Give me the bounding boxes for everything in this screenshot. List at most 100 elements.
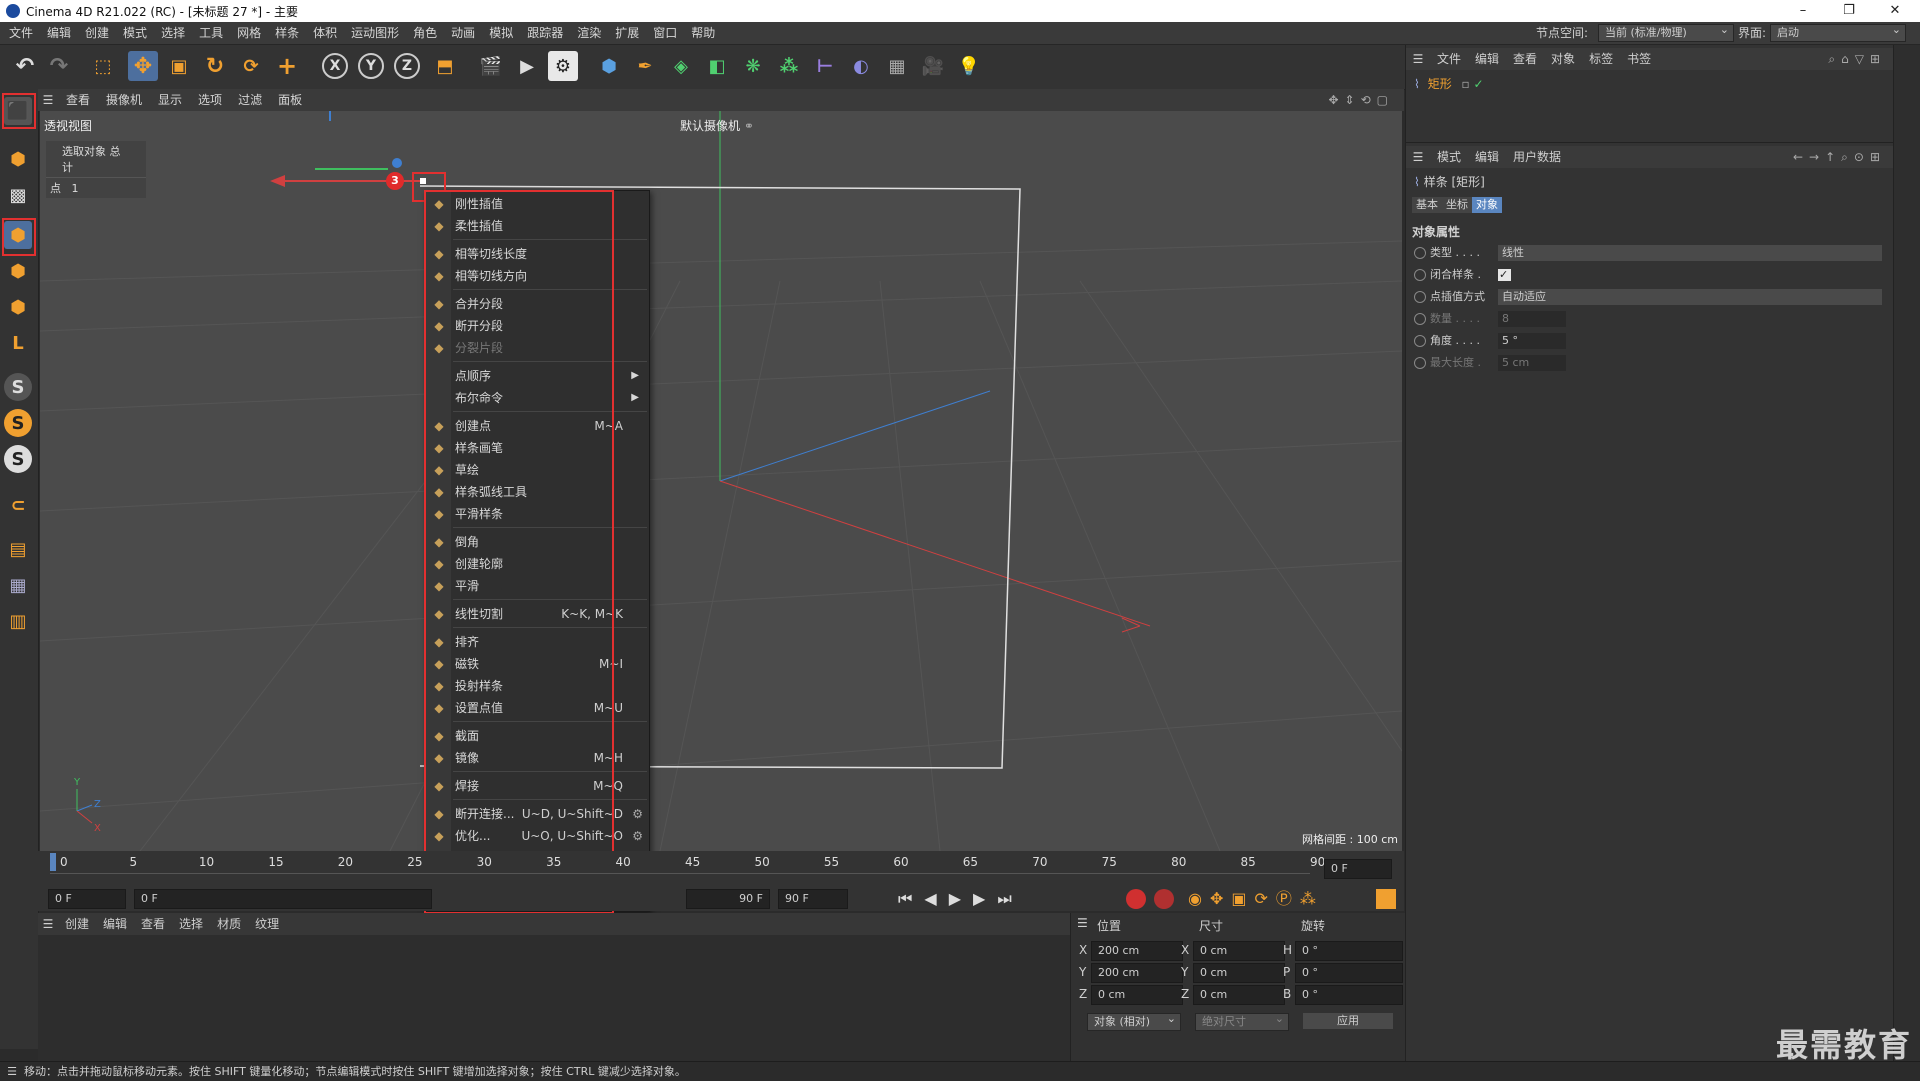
range-end-field[interactable]: 90 F bbox=[686, 889, 770, 909]
animate-radio-icon[interactable] bbox=[1414, 357, 1426, 369]
objmgr-menu-item-1[interactable]: 编辑 bbox=[1468, 48, 1506, 70]
z-axis-lock-button[interactable]: Z bbox=[392, 51, 422, 81]
attr-menu-item-1[interactable]: 编辑 bbox=[1468, 146, 1506, 168]
animate-radio-icon[interactable] bbox=[1414, 335, 1426, 347]
animate-radio-icon[interactable] bbox=[1414, 313, 1426, 325]
magnet-mode-button[interactable]: ⊂ bbox=[4, 491, 32, 519]
rotation-field[interactable]: 0 ° bbox=[1295, 963, 1403, 983]
animate-radio-icon[interactable] bbox=[1414, 291, 1426, 303]
end-frame-field[interactable]: 90 F bbox=[778, 889, 848, 909]
menu-item-4[interactable]: 选择 bbox=[154, 22, 192, 44]
locked-workplane-button[interactable]: ▦ bbox=[4, 571, 32, 599]
undo-button[interactable]: ↶ bbox=[10, 51, 40, 81]
position-field[interactable]: 0 cm bbox=[1091, 985, 1183, 1005]
cloner-button[interactable]: ❋ bbox=[738, 51, 768, 81]
coord-mode-select[interactable]: 对象 (相对) bbox=[1087, 1011, 1181, 1031]
menu-item-11[interactable]: 动画 bbox=[444, 22, 482, 44]
object-row-rectangle[interactable]: ⌇ 矩形 ▫ ✓ bbox=[1414, 75, 1514, 93]
menu-item-7[interactable]: 样条 bbox=[268, 22, 306, 44]
move-tool-button[interactable]: ✥ bbox=[128, 51, 158, 81]
pen-tool-button[interactable]: ✒ bbox=[630, 51, 660, 81]
viewport-menu-item-0[interactable]: 查看 bbox=[58, 89, 98, 111]
objmgr-menu-item-4[interactable]: 标签 bbox=[1582, 48, 1620, 70]
animate-radio-icon[interactable] bbox=[1414, 247, 1426, 259]
snap-button[interactable]: S bbox=[4, 373, 32, 401]
add-tool-button[interactable]: + bbox=[272, 51, 302, 81]
extrude-button[interactable]: ◧ bbox=[702, 51, 732, 81]
rotation-field[interactable]: 0 ° bbox=[1295, 941, 1403, 961]
render-to-picture-viewer-button[interactable]: ▶ bbox=[512, 51, 542, 81]
size-field[interactable]: 0 cm bbox=[1193, 985, 1285, 1005]
material-menu-item-4[interactable]: 材质 bbox=[210, 913, 248, 935]
tab-object[interactable]: 对象 bbox=[1472, 197, 1502, 213]
viewport-menu-item-3[interactable]: 选项 bbox=[190, 89, 230, 111]
menu-item-8[interactable]: 体积 bbox=[306, 22, 344, 44]
tab-basic[interactable]: 基本 bbox=[1412, 197, 1442, 213]
render-settings-button[interactable]: ⚙ bbox=[548, 51, 578, 81]
enabled-check-icon[interactable]: ✓ bbox=[1474, 77, 1484, 91]
x-axis-lock-button[interactable]: X bbox=[320, 51, 350, 81]
menu-item-13[interactable]: 跟踪器 bbox=[520, 22, 570, 44]
objmgr-search-icon[interactable]: ⌕⌂▽⊞ bbox=[1828, 48, 1886, 70]
live-selection-button[interactable]: ⬚ bbox=[88, 51, 118, 81]
coordinate-system-button[interactable]: ⬒ bbox=[430, 51, 460, 81]
coords-hamburger-icon[interactable]: ☰ bbox=[1077, 916, 1088, 930]
timeline-layout-icon[interactable] bbox=[1376, 889, 1396, 909]
start-frame-field[interactable]: 0 F bbox=[48, 889, 126, 909]
menu-item-5[interactable]: 工具 bbox=[192, 22, 230, 44]
snap-settings-button[interactable]: S bbox=[4, 409, 32, 437]
material-menu-item-3[interactable]: 选择 bbox=[172, 913, 210, 935]
viewport-menu-item-2[interactable]: 显示 bbox=[150, 89, 190, 111]
gear-icon[interactable]: ⚙ bbox=[632, 825, 643, 847]
redo-button[interactable]: ↷ bbox=[44, 51, 74, 81]
menu-item-6[interactable]: 网格 bbox=[230, 22, 268, 44]
menu-item-10[interactable]: 角色 bbox=[406, 22, 444, 44]
attr-menu-item-2[interactable]: 用户数据 bbox=[1506, 146, 1568, 168]
menu-item-0[interactable]: 文件 bbox=[2, 22, 40, 44]
objmgr-menu-item-0[interactable]: 文件 bbox=[1430, 48, 1468, 70]
menu-item-15[interactable]: 扩展 bbox=[608, 22, 646, 44]
objmgr-menu-item-3[interactable]: 对象 bbox=[1544, 48, 1582, 70]
autokey-icon[interactable] bbox=[1154, 889, 1174, 909]
subdivision-button[interactable]: ◈ bbox=[666, 51, 696, 81]
apply-button[interactable]: 应用 bbox=[1303, 1013, 1393, 1029]
menu-item-1[interactable]: 编辑 bbox=[40, 22, 78, 44]
viewport-menu-item-1[interactable]: 摄像机 bbox=[98, 89, 150, 111]
material-menu-item-0[interactable]: 创建 bbox=[58, 913, 96, 935]
viewport-nav-icons[interactable]: ✥⇕⟲▢ bbox=[1328, 89, 1394, 111]
position-field[interactable]: 200 cm bbox=[1091, 963, 1183, 983]
viewport-menu-item-5[interactable]: 面板 bbox=[270, 89, 310, 111]
layout-select[interactable]: 启动 bbox=[1770, 22, 1906, 42]
current-frame-field[interactable]: 0 F bbox=[1324, 859, 1392, 879]
cube-object-button[interactable]: ⬢ bbox=[594, 51, 624, 81]
keyframe-tools[interactable]: ◉✥▣⟳Ⓟ⁂ bbox=[1188, 887, 1324, 911]
attr-menu-item-0[interactable]: 模式 bbox=[1430, 146, 1468, 168]
material-menu-item-1[interactable]: 编辑 bbox=[96, 913, 134, 935]
gizmo-x-arrow[interactable] bbox=[270, 175, 285, 187]
attr-prop-value[interactable]: ✓ bbox=[1498, 269, 1511, 281]
menu-item-12[interactable]: 模拟 bbox=[482, 22, 520, 44]
attr-prop-value[interactable]: 线性 bbox=[1498, 245, 1882, 261]
workplane-button[interactable]: ▤ bbox=[4, 535, 32, 563]
scale-tool-button[interactable]: ▣ bbox=[164, 51, 194, 81]
polygons-mode-button[interactable]: ⬢ bbox=[4, 293, 32, 321]
light-button[interactable]: 💡 bbox=[954, 51, 984, 81]
restore-button[interactable]: ❐ bbox=[1826, 0, 1872, 22]
tab-coord[interactable]: 坐标 bbox=[1442, 197, 1472, 213]
objmgr-menu-item-2[interactable]: 查看 bbox=[1506, 48, 1544, 70]
axis-mode-button[interactable]: L bbox=[4, 329, 32, 357]
size-field[interactable]: 0 cm bbox=[1193, 963, 1285, 983]
hamburger-icon[interactable]: ☰ bbox=[38, 89, 58, 111]
perspective-viewport[interactable]: Y Z X 透视视图 默认摄像机 ⚭ 选取对象 总计 点 1 网格间距 : 100 … bbox=[40, 111, 1402, 851]
menu-item-2[interactable]: 创建 bbox=[78, 22, 116, 44]
record-icon[interactable] bbox=[1126, 889, 1146, 909]
render-view-button[interactable]: 🎬 bbox=[476, 51, 506, 81]
field-button[interactable]: ◐ bbox=[846, 51, 876, 81]
planar-workplane-button[interactable]: ▥ bbox=[4, 607, 32, 635]
size-mode-select[interactable]: 绝对尺寸 bbox=[1195, 1011, 1289, 1031]
material-menu-item-2[interactable]: 查看 bbox=[134, 913, 172, 935]
menu-item-16[interactable]: 窗口 bbox=[646, 22, 684, 44]
rotate-tool-button[interactable]: ↻ bbox=[200, 51, 230, 81]
objmgr-hamburger-icon[interactable]: ☰ bbox=[1406, 48, 1430, 70]
position-field[interactable]: 200 cm bbox=[1091, 941, 1183, 961]
